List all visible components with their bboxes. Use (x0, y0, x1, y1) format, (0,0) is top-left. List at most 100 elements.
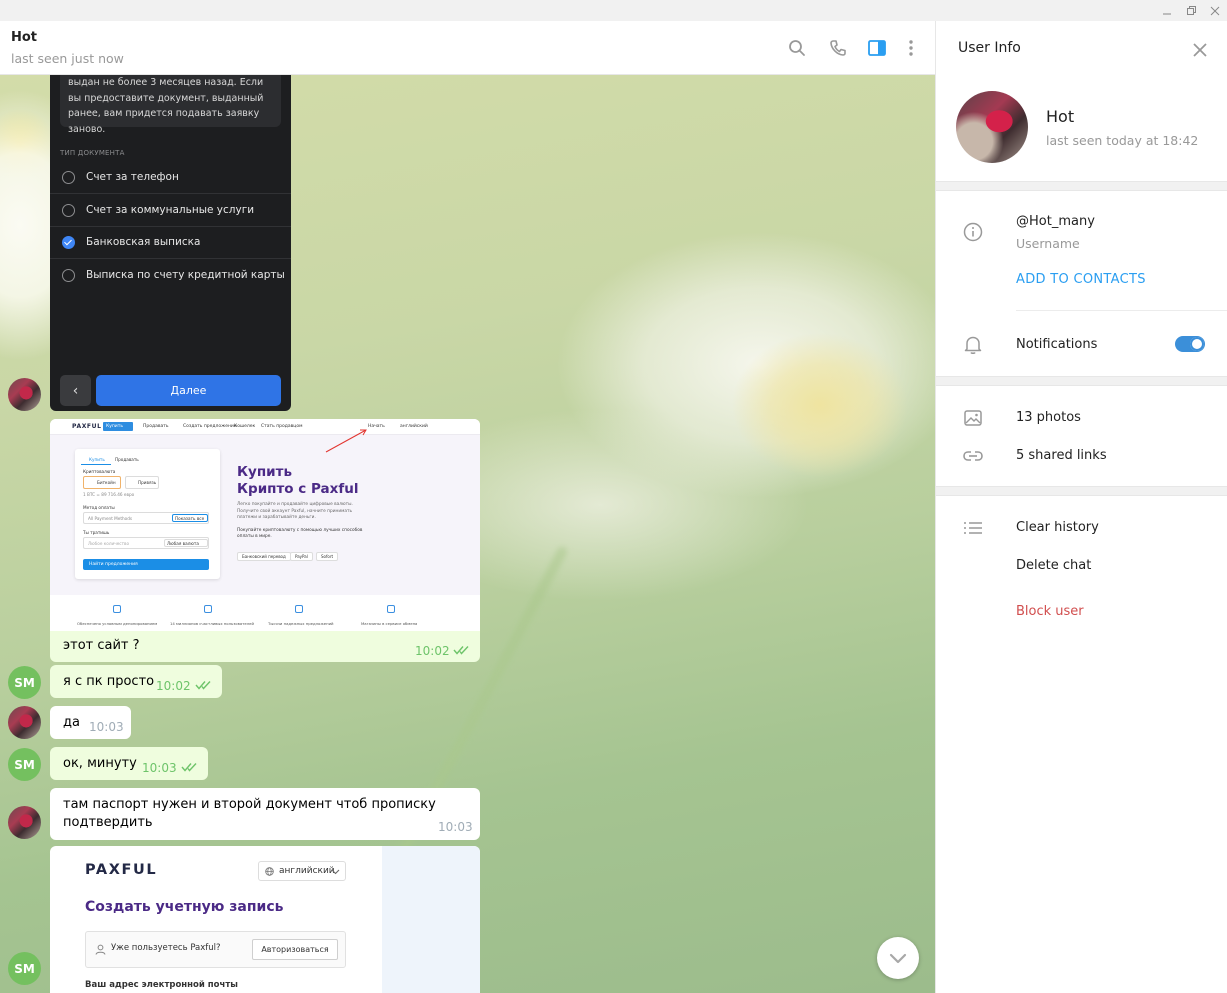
option-label: Счет за телефон (86, 171, 179, 183)
username-value[interactable]: @Hot_many (1016, 214, 1095, 229)
paxful-features-strip: Обеспечено условным депонированием 14 ми… (50, 595, 480, 631)
store-icon (387, 605, 395, 613)
chat-title[interactable]: Hot (11, 30, 37, 45)
document-option: Счет за коммунальные услуги (50, 195, 291, 227)
search-button[interactable] (785, 36, 809, 60)
double-check-icon (453, 646, 469, 655)
call-button[interactable] (826, 36, 850, 60)
select-label: Любая валюта (167, 541, 199, 546)
info-icon (962, 221, 984, 243)
feature-text: Тысячи надежных предложений (268, 621, 334, 626)
more-button[interactable] (899, 36, 923, 60)
window-close-button[interactable] (1203, 0, 1227, 21)
window-titlebar (0, 0, 1227, 21)
add-to-contacts-button[interactable]: ADD TO CONTACTS (1016, 272, 1146, 287)
profile-avatar[interactable] (956, 91, 1028, 163)
form-back-button: ‹ (60, 375, 91, 406)
coin-usdt: Привязь (125, 476, 159, 489)
message-photo-paxful-signup[interactable]: PAXFUL английский Создать учетную запись… (50, 846, 480, 993)
coin-label: Привязь (138, 480, 157, 485)
avatar[interactable]: SM (8, 952, 41, 985)
red-arrow-annotation (325, 429, 367, 453)
avatar[interactable]: SM (8, 748, 41, 781)
link-icon (962, 445, 984, 467)
section-divider (936, 486, 1227, 496)
radio-unchecked-icon (62, 171, 75, 184)
message-time: 10:03 (142, 761, 177, 775)
block-user-button[interactable]: Block user (1016, 604, 1084, 619)
avatar[interactable] (8, 378, 41, 411)
restore-icon (1186, 6, 1196, 15)
existing-user-box: Уже пользуетесь Paxful? Авторизоваться (85, 931, 346, 968)
message-text: я с пк просто (63, 674, 155, 689)
existing-user-question: Уже пользуетесь Paxful? (111, 943, 221, 953)
card-label: Метод оплаты (83, 505, 115, 510)
message-photo-document-form[interactable]: выдан не более 3 месяцев назад. Если вы … (50, 75, 291, 411)
paxful-nav-item: Продавать (143, 424, 169, 429)
feature-text: Обеспечено условным депонированием (77, 621, 158, 626)
message-bubble-incoming[interactable]: там паспорт нужен и второй документ чтоб… (50, 788, 480, 840)
more-vertical-icon (909, 40, 913, 56)
card-tab-buy: Купить (89, 457, 105, 462)
message-time: 10:03 (89, 720, 124, 734)
bell-icon (962, 334, 984, 356)
avatar[interactable]: SM (8, 666, 41, 699)
photo-content: PAXFUL Купить Продавать Создать предложе… (50, 419, 480, 631)
field-placeholder: Любое количество (88, 541, 130, 546)
avatar[interactable] (8, 806, 41, 839)
radio-unchecked-icon (62, 269, 75, 282)
clear-history-button[interactable]: Clear history (1016, 520, 1099, 535)
photo-side-panel (382, 846, 480, 993)
desc-text: Покупайте криптовалюту с помощью лучших … (237, 527, 363, 540)
message-time: 10:03 (438, 820, 473, 834)
paxful-logo: PAXFUL (85, 862, 158, 878)
window-close-icon (1210, 6, 1220, 15)
paxful-nav-item: Начать (368, 424, 385, 429)
field-value: All Payment Methods (88, 516, 133, 521)
message-photo-paxful-landing[interactable]: PAXFUL Купить Продавать Создать предложе… (50, 419, 480, 662)
restore-button[interactable] (1179, 0, 1203, 21)
btn-label: Показать все (175, 516, 205, 521)
toggle-info-panel-button[interactable] (865, 36, 889, 60)
message-line: подтвердить (63, 815, 153, 830)
user-icon (95, 944, 106, 955)
message-bubble-outgoing[interactable]: ок, минуту 10:03 (50, 747, 208, 780)
minimize-button[interactable] (1155, 0, 1179, 21)
chat-status: last seen just now (11, 51, 124, 66)
paxful-description: Легко покупайте и продавайте цифровые ва… (237, 502, 372, 541)
section-divider (936, 376, 1227, 386)
profile-name: Hot (1046, 107, 1075, 126)
user-info-panel: User Info Hot last seen today at 18:42 @… (935, 21, 1227, 993)
section-divider (936, 181, 1227, 191)
document-option: Счет за телефон (50, 162, 291, 194)
notifications-toggle[interactable] (1175, 336, 1205, 352)
paxful-nav-item: Стать продавцом (261, 424, 303, 429)
login-button: Авторизоваться (252, 939, 338, 960)
message-line: там паспорт нужен и второй документ чтоб… (63, 797, 436, 812)
shared-photos-item[interactable]: 13 photos (1016, 410, 1081, 425)
payment-tag: PayPal (290, 552, 313, 561)
photo-icon (962, 407, 984, 429)
shared-links-item[interactable]: 5 shared links (1016, 448, 1107, 463)
panel-close-button[interactable] (1188, 38, 1212, 62)
message-bubble-outgoing[interactable]: я с пк просто 10:02 (50, 665, 222, 698)
message-time: 10:02 (415, 644, 450, 658)
lang-label: английский (279, 866, 335, 876)
profile-status: last seen today at 18:42 (1046, 133, 1199, 148)
card-label: Криптовалюта (83, 469, 116, 474)
scroll-to-bottom-button[interactable] (877, 937, 919, 979)
headline-line: Крипто с Paxful (237, 481, 359, 497)
heart-icon (204, 605, 212, 613)
delete-chat-button[interactable]: Delete chat (1016, 558, 1091, 573)
message-bubble-incoming[interactable]: да 10:03 (50, 706, 131, 739)
avatar[interactable] (8, 706, 41, 739)
message-text: там паспорт нужен и второй документ чтоб… (63, 796, 436, 832)
phone-icon (830, 40, 846, 56)
feature-text: 14 миллионов счастливых пользователей (170, 621, 254, 626)
paxful-headline: Купить Крипто с Paxful (237, 464, 358, 498)
form-notice: выдан не более 3 месяцев назад. Если вы … (60, 75, 281, 135)
tab-underline (81, 464, 111, 465)
close-icon (1193, 43, 1207, 57)
option-label: Выписка по счету кредитной карты (86, 269, 285, 281)
headline-line: Купить (237, 464, 292, 480)
